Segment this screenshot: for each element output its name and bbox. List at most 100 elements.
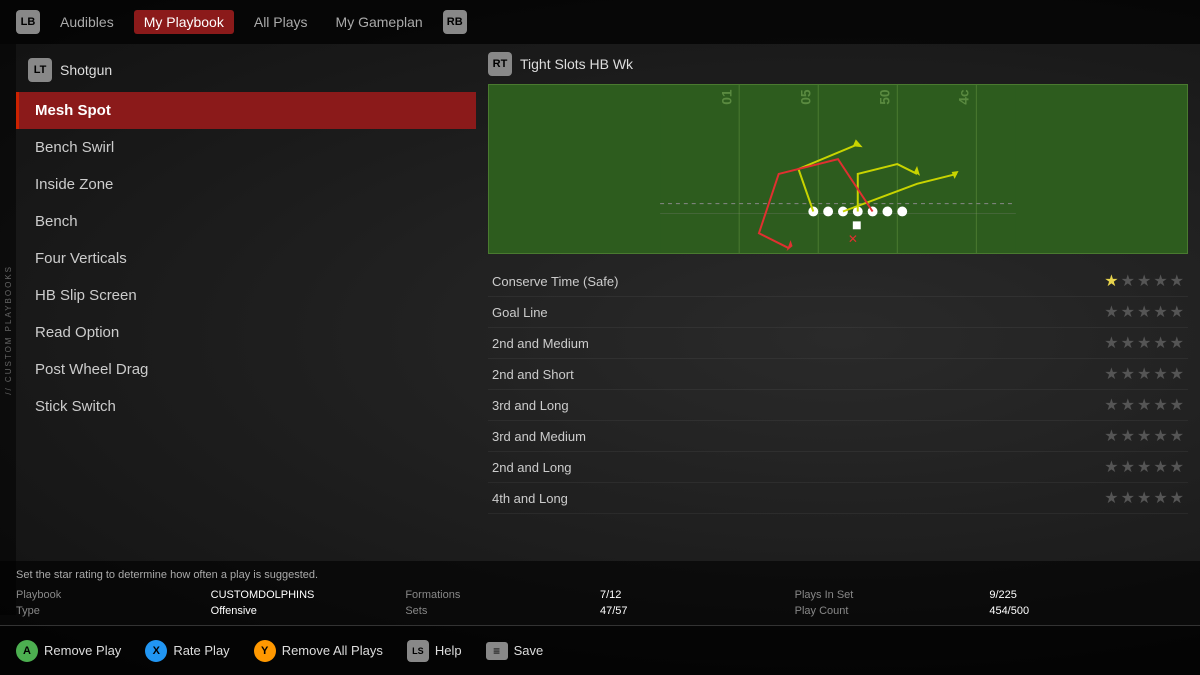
save-label: Save xyxy=(514,643,544,658)
tab-all-plays[interactable]: All Plays xyxy=(246,10,316,34)
tab-my-gameplan[interactable]: My Gameplan xyxy=(328,10,431,34)
star-1-4[interactable]: ★ xyxy=(1153,302,1167,322)
formations-value: 7/12 xyxy=(600,589,795,601)
play-item-7[interactable]: Post Wheel Drag xyxy=(16,351,476,388)
star-5-4[interactable]: ★ xyxy=(1153,426,1167,446)
remove-play-label: Remove Play xyxy=(44,643,121,658)
stars-5[interactable]: ★ ★ ★ ★ ★ xyxy=(1104,426,1184,446)
plays-in-set-value: 9/225 xyxy=(989,589,1184,601)
plays-in-set-label: Plays In Set xyxy=(795,589,990,601)
formations-label: Formations xyxy=(405,589,600,601)
play-diagram: 01 05 50 4c xyxy=(488,84,1188,254)
star-7-1[interactable]: ★ xyxy=(1104,488,1118,508)
star-2-5[interactable]: ★ xyxy=(1170,333,1184,353)
rt-button[interactable]: RT xyxy=(488,52,512,76)
star-3-1[interactable]: ★ xyxy=(1104,364,1118,384)
star-1-5[interactable]: ★ xyxy=(1170,302,1184,322)
remove-all-label: Remove All Plays xyxy=(282,643,383,658)
formation-header-left: LT Shotgun xyxy=(16,52,476,88)
sets-label: Sets xyxy=(405,605,600,617)
play-item-4[interactable]: Four Verticals xyxy=(16,240,476,277)
star-0-4[interactable]: ★ xyxy=(1153,271,1167,291)
star-1-1[interactable]: ★ xyxy=(1104,302,1118,322)
star-4-2[interactable]: ★ xyxy=(1121,395,1135,415)
star-2-4[interactable]: ★ xyxy=(1153,333,1167,353)
action-rate-play[interactable]: X Rate Play xyxy=(145,640,229,662)
star-1-2[interactable]: ★ xyxy=(1121,302,1135,322)
star-4-3[interactable]: ★ xyxy=(1137,395,1151,415)
star-6-4[interactable]: ★ xyxy=(1153,457,1167,477)
svg-text:50: 50 xyxy=(876,89,892,105)
situation-3: 2nd and Short xyxy=(492,367,574,382)
svg-text:05: 05 xyxy=(797,89,813,105)
star-2-1[interactable]: ★ xyxy=(1104,333,1118,353)
a-button: A xyxy=(16,640,38,662)
type-label: Type xyxy=(16,605,211,617)
stars-7[interactable]: ★ ★ ★ ★ ★ xyxy=(1104,488,1184,508)
rating-row-5: 3rd and Medium ★ ★ ★ ★ ★ xyxy=(488,421,1188,452)
star-2-3[interactable]: ★ xyxy=(1137,333,1151,353)
play-item-1[interactable]: Bench Swirl xyxy=(16,129,476,166)
star-1-3[interactable]: ★ xyxy=(1137,302,1151,322)
stars-3[interactable]: ★ ★ ★ ★ ★ xyxy=(1104,364,1184,384)
star-5-1[interactable]: ★ xyxy=(1104,426,1118,446)
detail-panel: RT Tight Slots HB Wk 01 05 50 4c xyxy=(476,44,1200,561)
star-0-1[interactable]: ★ xyxy=(1104,271,1118,291)
stars-4[interactable]: ★ ★ ★ ★ ★ xyxy=(1104,395,1184,415)
lb-button[interactable]: LB xyxy=(16,10,40,34)
stars-2[interactable]: ★ ★ ★ ★ ★ xyxy=(1104,333,1184,353)
stars-1[interactable]: ★ ★ ★ ★ ★ xyxy=(1104,302,1184,322)
star-3-5[interactable]: ★ xyxy=(1170,364,1184,384)
tab-my-playbook[interactable]: My Playbook xyxy=(134,10,234,34)
star-5-2[interactable]: ★ xyxy=(1121,426,1135,446)
star-0-5[interactable]: ★ xyxy=(1170,271,1184,291)
info-grid: Playbook CUSTOMDOLPHINS Formations 7/12 … xyxy=(16,589,1184,617)
formation-name-left: Shotgun xyxy=(60,62,112,78)
rb-button[interactable]: RB xyxy=(443,10,467,34)
formation-name-right: Tight Slots HB Wk xyxy=(520,56,633,72)
star-4-4[interactable]: ★ xyxy=(1153,395,1167,415)
stars-6[interactable]: ★ ★ ★ ★ ★ xyxy=(1104,457,1184,477)
action-save[interactable]: ≡ Save xyxy=(486,642,544,660)
stars-0[interactable]: ★ ★ ★ ★ ★ xyxy=(1104,271,1184,291)
star-4-1[interactable]: ★ xyxy=(1104,395,1118,415)
play-item-6[interactable]: Read Option xyxy=(16,314,476,351)
star-3-3[interactable]: ★ xyxy=(1137,364,1151,384)
star-7-3[interactable]: ★ xyxy=(1137,488,1151,508)
play-item-0[interactable]: Mesh Spot xyxy=(16,92,476,129)
star-0-3[interactable]: ★ xyxy=(1137,271,1151,291)
play-item-8[interactable]: Stick Switch xyxy=(16,388,476,425)
star-3-2[interactable]: ★ xyxy=(1121,364,1135,384)
ratings-wrapper: Conserve Time (Safe) ★ ★ ★ ★ ★ Goal Line… xyxy=(488,266,1188,553)
star-3-4[interactable]: ★ xyxy=(1153,364,1167,384)
rating-row-7: 4th and Long ★ ★ ★ ★ ★ xyxy=(488,483,1188,514)
play-item-3[interactable]: Bench xyxy=(16,203,476,240)
star-6-2[interactable]: ★ xyxy=(1121,457,1135,477)
play-item-2[interactable]: Inside Zone xyxy=(16,166,476,203)
playbook-label: Playbook xyxy=(16,589,211,601)
star-7-5[interactable]: ★ xyxy=(1170,488,1184,508)
star-7-4[interactable]: ★ xyxy=(1153,488,1167,508)
star-2-2[interactable]: ★ xyxy=(1121,333,1135,353)
playbook-value: CUSTOMDOLPHINS xyxy=(211,589,406,601)
star-6-3[interactable]: ★ xyxy=(1137,457,1151,477)
star-6-1[interactable]: ★ xyxy=(1104,457,1118,477)
svg-text:4c: 4c xyxy=(955,89,971,105)
lt-button[interactable]: LT xyxy=(28,58,52,82)
situation-0: Conserve Time (Safe) xyxy=(492,274,618,289)
star-4-5[interactable]: ★ xyxy=(1170,395,1184,415)
star-0-2[interactable]: ★ xyxy=(1121,271,1135,291)
play-item-5[interactable]: HB Slip Screen xyxy=(16,277,476,314)
info-hint: Set the star rating to determine how oft… xyxy=(16,569,1184,581)
action-remove-play[interactable]: A Remove Play xyxy=(16,640,121,662)
tab-audibles[interactable]: Audibles xyxy=(52,10,122,34)
rating-row-1: Goal Line ★ ★ ★ ★ ★ xyxy=(488,297,1188,328)
action-remove-all[interactable]: Y Remove All Plays xyxy=(254,640,383,662)
y-button: Y xyxy=(254,640,276,662)
star-6-5[interactable]: ★ xyxy=(1170,457,1184,477)
star-5-5[interactable]: ★ xyxy=(1170,426,1184,446)
x-button: X xyxy=(145,640,167,662)
star-7-2[interactable]: ★ xyxy=(1121,488,1135,508)
star-5-3[interactable]: ★ xyxy=(1137,426,1151,446)
action-help[interactable]: LS Help xyxy=(407,640,462,662)
